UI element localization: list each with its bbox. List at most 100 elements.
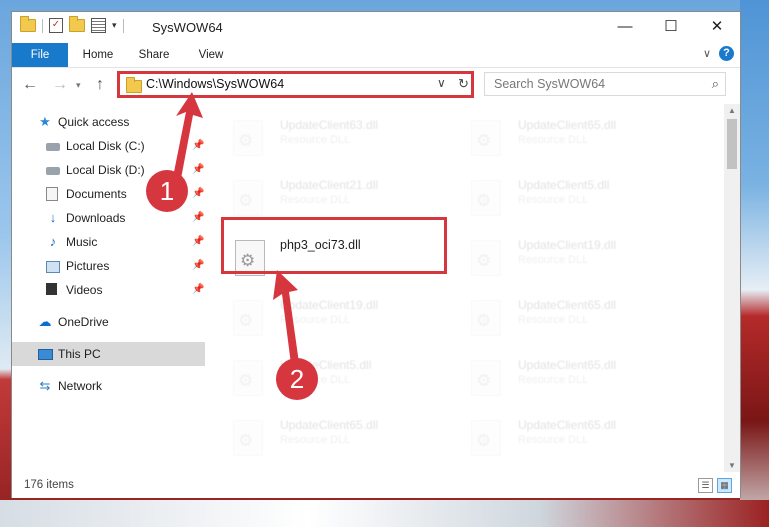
sidebar-item-onedrive[interactable]: ☁ OneDrive (12, 310, 205, 334)
help-icon[interactable]: ? (719, 46, 734, 61)
search-box[interactable]: Search SysWOW64 ⌕ (484, 72, 726, 96)
scroll-down-arrow-icon[interactable]: ▼ (728, 461, 736, 470)
ribbon-right-controls: ∨ ? (703, 46, 734, 61)
sidebar-item-local-disk-c[interactable]: Local Disk (C:) 📌 (12, 134, 205, 158)
tab-home[interactable]: Home (74, 43, 122, 67)
dll-file-icon (471, 180, 501, 216)
file-item[interactable]: UpdateClient5.dll Resource DLL (217, 350, 447, 402)
tab-view[interactable]: View (188, 43, 234, 67)
file-type: Resource DLL (518, 374, 589, 386)
quick-access-toolbar: ✓ ▾ (20, 16, 124, 33)
sidebar-item-music[interactable]: ♪ Music 📌 (12, 230, 205, 254)
sidebar-item-label: Videos (66, 283, 103, 297)
view-switcher: ☰ ▦ (698, 478, 732, 493)
status-bar: 176 items ☰ ▦ (12, 474, 740, 498)
window-controls: — ☐ ✕ (602, 12, 740, 43)
dll-file-icon (233, 180, 263, 216)
sidebar-item-label: This PC (58, 347, 101, 361)
pin-icon: 📌 (192, 164, 205, 175)
file-item[interactable]: UpdateClient5.dll Resource DLL (455, 170, 685, 222)
music-icon: ♪ (49, 234, 57, 249)
file-item[interactable]: UpdateClient21.dll Resource DLL (217, 170, 447, 222)
expand-ribbon-chevron-icon[interactable]: ∨ (703, 47, 711, 60)
dll-file-icon (233, 300, 263, 336)
dll-file-icon (471, 120, 501, 156)
documents-icon (46, 187, 58, 201)
forward-button[interactable]: → (52, 76, 68, 94)
toolbar-divider (122, 18, 124, 33)
target-file-highlight (221, 217, 447, 274)
address-bar-highlight (117, 71, 474, 98)
sidebar-item-label: Local Disk (D:) (66, 163, 145, 177)
sidebar-item-pictures[interactable]: Pictures 📌 (12, 254, 205, 278)
navigation-bar: ← → ▾ ↑ C:\Windows\SysWOW64 ∨ ↻ Search S… (12, 68, 740, 102)
window-title: SysWOW64 (152, 20, 223, 35)
dll-file-icon (233, 120, 263, 156)
file-name: UpdateClient19.dll (280, 298, 379, 312)
search-input[interactable]: Search SysWOW64 (494, 77, 605, 91)
pictures-icon (46, 261, 60, 273)
file-name: UpdateClient21.dll (280, 178, 379, 192)
file-name: UpdateClient65.dll (518, 358, 617, 372)
tab-file[interactable]: File (12, 43, 68, 67)
scrollbar-thumb[interactable] (727, 119, 737, 169)
title-bar: ✓ ▾ SysWOW64 — ☐ ✕ (12, 12, 740, 43)
dll-file-icon (471, 360, 501, 396)
desktop-background-bottom (0, 500, 769, 527)
sidebar-item-this-pc[interactable]: This PC (12, 342, 205, 366)
sidebar-item-label: Downloads (66, 211, 126, 225)
sidebar-item-label: Pictures (66, 259, 110, 273)
downloads-icon: ↓ (49, 210, 57, 225)
recent-locations-dropdown[interactable]: ▾ (76, 80, 81, 91)
sidebar-item-network[interactable]: ⇆ Network (12, 374, 205, 398)
sidebar-item-videos[interactable]: Videos 📌 (12, 278, 205, 302)
dll-file-icon (233, 420, 263, 456)
file-item[interactable]: UpdateClient65.dll Resource DLL (455, 110, 685, 162)
new-folder-icon[interactable] (69, 16, 85, 32)
file-name: UpdateClient65.dll (518, 418, 617, 432)
sidebar-item-label: Network (58, 379, 103, 393)
toolbar-divider (42, 18, 43, 33)
close-button[interactable]: ✕ (694, 12, 740, 43)
computer-icon (38, 349, 53, 360)
maximize-button[interactable]: ☐ (648, 12, 694, 43)
minimize-button[interactable]: — (602, 12, 648, 43)
file-item[interactable]: UpdateClient65.dll Resource DLL (455, 410, 685, 462)
details-view-icon[interactable]: ☰ (698, 478, 713, 493)
customize-toolbar-dropdown[interactable]: ▾ (112, 20, 117, 31)
file-type: Resource DLL (518, 194, 589, 206)
pin-icon: 📌 (192, 260, 205, 271)
dll-file-icon (233, 360, 263, 396)
file-name: UpdateClient19.dll (518, 238, 617, 252)
properties-icon[interactable] (91, 18, 106, 33)
star-icon: ★ (39, 114, 51, 129)
navigation-pane: ★ Quick access Local Disk (C:) 📌 Local D… (12, 104, 205, 472)
file-type: Resource DLL (280, 194, 351, 206)
file-item[interactable]: UpdateClient65.dll Resource DLL (455, 290, 685, 342)
back-button[interactable]: ← (22, 76, 38, 94)
scroll-up-arrow-icon[interactable]: ▲ (728, 106, 736, 115)
vertical-scrollbar[interactable]: ▲ ▼ (724, 104, 740, 472)
sidebar-item-quick-access[interactable]: ★ Quick access (12, 110, 205, 134)
sidebar-item-label: OneDrive (58, 315, 109, 329)
file-name: UpdateClient5.dll (518, 178, 610, 192)
item-count: 176 items (24, 479, 74, 491)
search-icon[interactable]: ⌕ (712, 76, 719, 92)
file-item[interactable]: UpdateClient65.dll Resource DLL (455, 350, 685, 402)
step-2-badge: 2 (276, 358, 318, 400)
up-button[interactable]: ↑ (96, 76, 104, 94)
file-item[interactable]: UpdateClient19.dll Resource DLL (217, 290, 447, 342)
file-item[interactable]: UpdateClient65.dll Resource DLL (217, 410, 447, 462)
sidebar-item-label: Music (66, 235, 98, 249)
properties-check-icon[interactable]: ✓ (49, 18, 63, 33)
videos-icon (46, 283, 57, 295)
file-name: UpdateClient63.dll (280, 118, 379, 132)
folder-icon (20, 16, 36, 32)
dll-file-icon (471, 420, 501, 456)
file-item[interactable]: UpdateClient19.dll Resource DLL (455, 230, 685, 282)
tab-share[interactable]: Share (130, 43, 178, 67)
desktop-background-right (740, 0, 769, 527)
dll-file-icon (471, 300, 501, 336)
file-item[interactable]: UpdateClient63.dll Resource DLL (217, 110, 447, 162)
tiles-view-icon[interactable]: ▦ (717, 478, 732, 493)
